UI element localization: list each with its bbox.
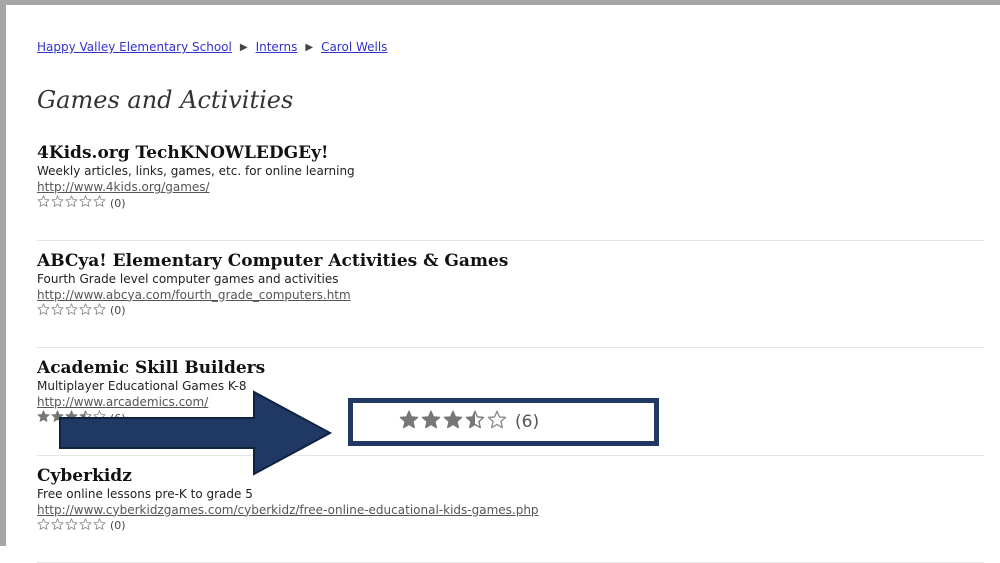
star-empty-icon bbox=[93, 518, 106, 531]
star-rating[interactable]: (0) bbox=[37, 303, 984, 319]
triangle-right-icon: ▶ bbox=[305, 42, 313, 53]
item-url-link[interactable]: http://www.4kids.org/games/ bbox=[37, 179, 984, 195]
rating-stars[interactable] bbox=[37, 303, 107, 319]
callout-rating-stars bbox=[399, 410, 509, 434]
star-empty-icon bbox=[51, 518, 64, 531]
rating-stars[interactable] bbox=[37, 518, 107, 534]
list-item: 4Kids.org TechKNOWLEDGEy! Weekly article… bbox=[37, 143, 984, 241]
item-url-link[interactable]: http://www.abcya.com/fourth_grade_comput… bbox=[37, 287, 984, 303]
rating-count: (0) bbox=[110, 197, 126, 210]
star-empty-icon bbox=[79, 195, 92, 208]
rating-count: (0) bbox=[110, 519, 126, 532]
rating-callout: (6) bbox=[348, 398, 659, 446]
breadcrumb-interns-link[interactable]: Interns bbox=[256, 40, 298, 54]
star-empty-icon bbox=[93, 303, 106, 316]
breadcrumb: Happy Valley Elementary School ▶ Interns… bbox=[37, 40, 387, 54]
star-filled-icon bbox=[421, 410, 441, 430]
star-rating[interactable]: (0) bbox=[37, 195, 984, 211]
item-url-link[interactable]: http://www.cyberkidzgames.com/cyberkidz/… bbox=[37, 502, 984, 518]
star-empty-icon bbox=[79, 303, 92, 316]
star-empty-icon bbox=[51, 195, 64, 208]
star-empty-icon bbox=[51, 303, 64, 316]
star-empty-icon bbox=[65, 195, 78, 208]
star-empty-icon bbox=[37, 195, 50, 208]
breadcrumb-carol-wells-link[interactable]: Carol Wells bbox=[321, 40, 387, 54]
star-empty-icon bbox=[65, 518, 78, 531]
arrow-right-icon bbox=[56, 390, 336, 476]
item-description: Weekly articles, links, games, etc. for … bbox=[37, 163, 984, 179]
star-empty-icon bbox=[487, 410, 507, 430]
rating-stars[interactable] bbox=[37, 195, 107, 211]
triangle-right-icon: ▶ bbox=[240, 42, 248, 53]
star-filled-icon bbox=[443, 410, 463, 430]
list-item: ABCya! Elementary Computer Activities & … bbox=[37, 251, 984, 349]
star-empty-icon bbox=[65, 303, 78, 316]
list-item: Cyberkidz Free online lessons pre-K to g… bbox=[37, 466, 984, 563]
breadcrumb-school-link[interactable]: Happy Valley Elementary School bbox=[37, 40, 232, 54]
star-filled-icon bbox=[37, 410, 50, 423]
star-rating[interactable]: (0) bbox=[37, 518, 984, 534]
rating-count: (0) bbox=[110, 304, 126, 317]
resource-list: 4Kids.org TechKNOWLEDGEy! Weekly article… bbox=[37, 143, 984, 563]
item-description: Fourth Grade level computer games and ac… bbox=[37, 271, 984, 287]
item-title: 4Kids.org TechKNOWLEDGEy! bbox=[37, 143, 984, 163]
item-description: Free online lessons pre-K to grade 5 bbox=[37, 486, 984, 502]
star-empty-icon bbox=[79, 518, 92, 531]
callout-rating-count: (6) bbox=[515, 412, 539, 432]
star-half-icon bbox=[465, 410, 485, 430]
star-empty-icon bbox=[37, 518, 50, 531]
page-title: Games and Activities bbox=[37, 86, 293, 114]
item-title: Academic Skill Builders bbox=[37, 358, 984, 378]
star-empty-icon bbox=[93, 195, 106, 208]
star-empty-icon bbox=[37, 303, 50, 316]
item-title: ABCya! Elementary Computer Activities & … bbox=[37, 251, 984, 271]
star-filled-icon bbox=[399, 410, 419, 430]
